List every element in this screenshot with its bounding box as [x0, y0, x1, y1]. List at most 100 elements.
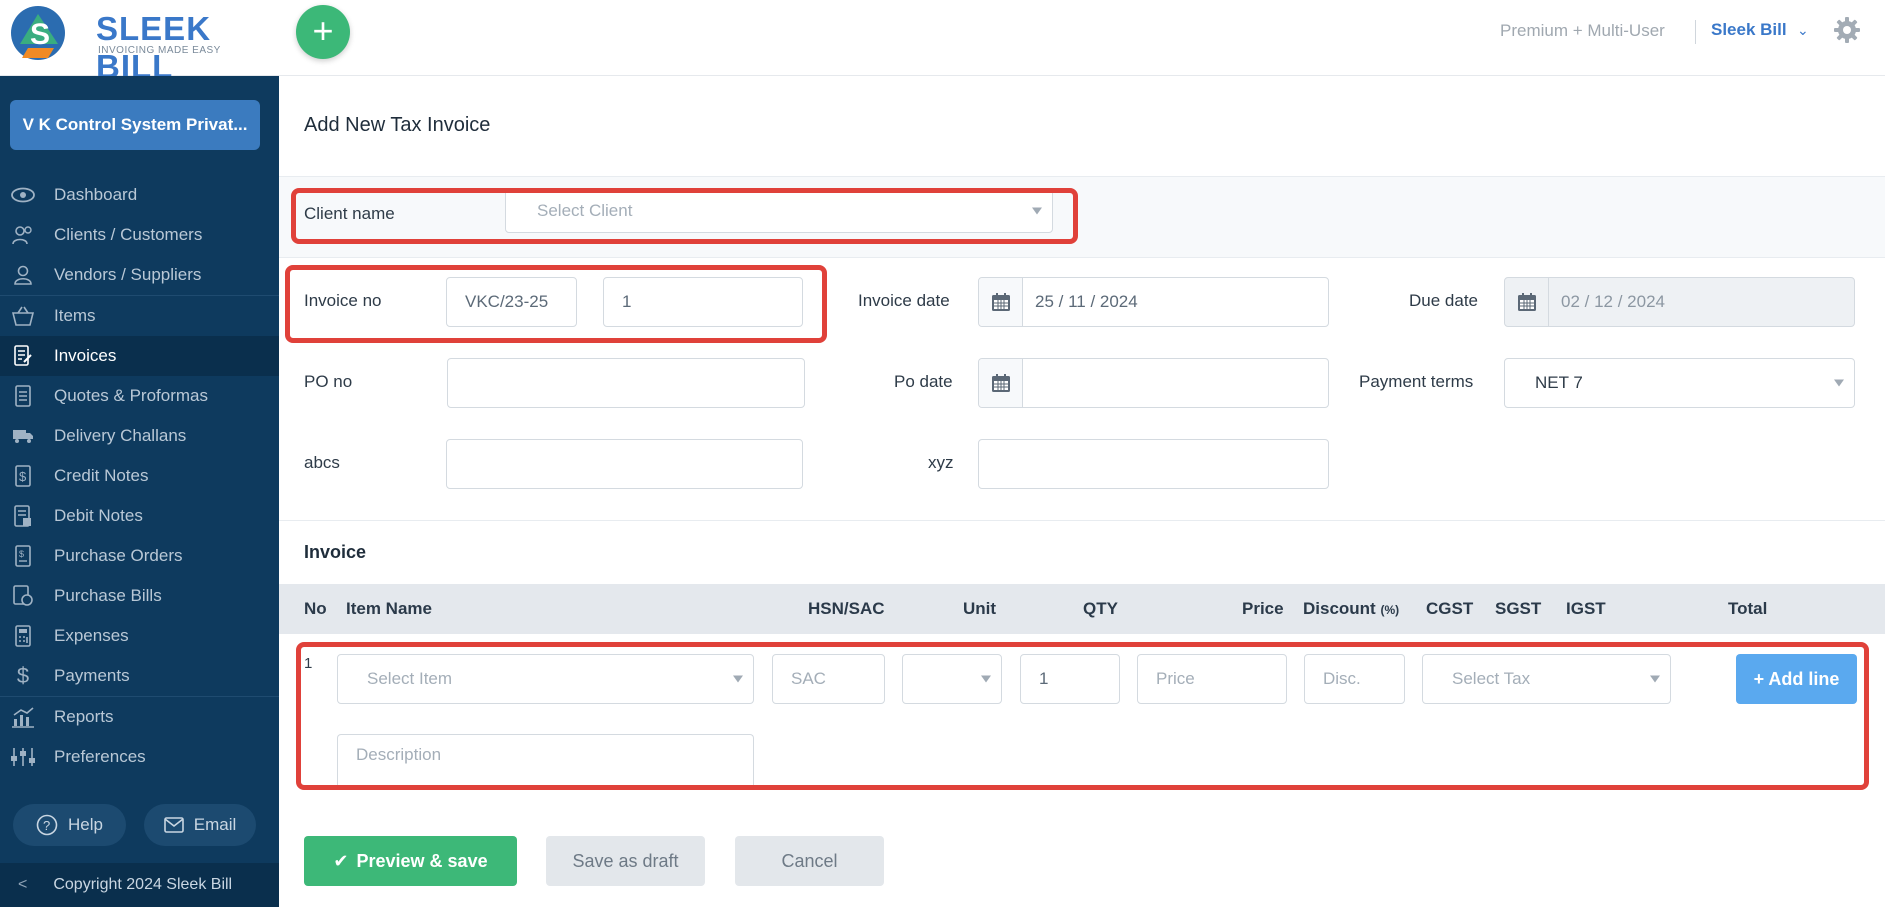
- invoice-number-value: 1: [622, 292, 632, 311]
- sidebar-item-quotes[interactable]: Quotes & Proformas: [0, 376, 279, 416]
- chevron-down-icon[interactable]: ⌄: [1797, 22, 1809, 39]
- unit-select[interactable]: [902, 654, 1002, 704]
- email-label: Email: [193, 815, 237, 834]
- client-name-label: Client name: [304, 204, 395, 223]
- invoice-number-input[interactable]: 1: [603, 277, 803, 327]
- envelope-icon: [163, 817, 184, 833]
- sidebar-item-purchase-orders[interactable]: $ Purchase Orders: [0, 536, 279, 576]
- due-date-value: 02 / 12 / 2024: [1561, 292, 1665, 311]
- calendar-icon[interactable]: [979, 278, 1023, 326]
- sidebar-item-label: Expenses: [54, 626, 129, 645]
- logo-mark-icon: S: [11, 6, 65, 60]
- sidebar-item-label: Dashboard: [54, 185, 138, 204]
- preview-save-button[interactable]: ✔ Preview & save: [304, 836, 517, 886]
- col-total: Total: [1728, 599, 1768, 618]
- po-date-input[interactable]: [978, 358, 1329, 408]
- calendar-icon[interactable]: [979, 359, 1023, 407]
- page-title: Add New Tax Invoice: [304, 114, 491, 136]
- description-input[interactable]: Description: [337, 734, 754, 786]
- dropdown-caret-icon: [981, 675, 991, 683]
- preview-save-label: Preview & save: [356, 850, 488, 871]
- sidebar-item-clients[interactable]: Clients / Customers: [0, 215, 279, 255]
- qty-input[interactable]: 1: [1020, 654, 1120, 704]
- collapse-sidebar-icon[interactable]: <: [18, 876, 27, 894]
- question-icon: ?: [36, 814, 58, 836]
- po-no-input[interactable]: [447, 358, 805, 408]
- invoice-date-input[interactable]: 25 / 11 / 2024: [978, 277, 1329, 327]
- sidebar-nav: Dashboard Clients / Customers Vendors / …: [0, 175, 279, 777]
- sidebar-item-vendors[interactable]: Vendors / Suppliers: [0, 255, 279, 295]
- check-icon: ✔: [333, 850, 349, 871]
- calculator-icon: [10, 625, 36, 647]
- sidebar-item-label: Debit Notes: [54, 506, 143, 525]
- sidebar-item-items[interactable]: Items: [0, 296, 279, 336]
- help-button[interactable]: ? Help: [13, 804, 126, 846]
- sidebar-item-delivery-challans[interactable]: Delivery Challans: [0, 416, 279, 456]
- custom-field-2-label: xyz: [928, 453, 954, 472]
- col-igst: IGST: [1566, 599, 1606, 618]
- invoice-prefix-input[interactable]: VKC/23-25: [446, 277, 577, 327]
- sidebar-item-debit-notes[interactable]: Debit Notes: [0, 496, 279, 536]
- brand-logo[interactable]: S SLEEK BILL INVOICING MADE EASY: [8, 4, 268, 85]
- dollar-icon: $: [16, 663, 30, 688]
- dropdown-caret-icon: [1834, 379, 1844, 387]
- save-draft-button[interactable]: Save as draft: [546, 836, 705, 886]
- sidebar-footer: < Copyright 2024 Sleek Bill: [0, 863, 279, 907]
- user-menu[interactable]: Sleek Bill: [1711, 20, 1787, 40]
- discount-input[interactable]: Disc.: [1304, 654, 1405, 704]
- price-input[interactable]: Price: [1137, 654, 1287, 704]
- payment-terms-value: NET 7: [1535, 373, 1583, 392]
- debit-note-icon: [10, 505, 36, 527]
- company-switcher-button[interactable]: V K Control System Privat...: [10, 100, 260, 150]
- header-divider: [1695, 20, 1696, 44]
- sidebar-item-expenses[interactable]: Expenses: [0, 616, 279, 656]
- col-price: Price: [1242, 599, 1284, 618]
- calendar-icon[interactable]: [1505, 278, 1549, 326]
- hsn-placeholder: SAC: [791, 669, 826, 688]
- svg-text:?: ?: [43, 818, 50, 833]
- col-discount-unit: (%): [1380, 603, 1400, 617]
- sidebar-item-credit-notes[interactable]: $ Credit Notes: [0, 456, 279, 496]
- sliders-icon: [10, 746, 36, 768]
- add-line-button[interactable]: + Add line: [1736, 654, 1857, 704]
- custom-field-1-label: abcs: [304, 453, 340, 472]
- col-qty: QTY: [1083, 599, 1118, 618]
- vendor-icon: [10, 264, 36, 286]
- po-no-label: PO no: [304, 372, 353, 391]
- sidebar-item-label: Preferences: [54, 747, 146, 766]
- sidebar-item-label: Items: [54, 306, 96, 325]
- sidebar-item-label: Quotes & Proformas: [54, 386, 209, 405]
- users-icon: [10, 224, 36, 246]
- invoice-icon: [10, 345, 36, 367]
- credit-note-icon: $: [10, 465, 36, 487]
- sidebar-item-dashboard[interactable]: Dashboard: [0, 175, 279, 215]
- payment-terms-select[interactable]: NET 7: [1504, 358, 1855, 408]
- gear-icon[interactable]: [1833, 16, 1861, 44]
- hsn-input[interactable]: SAC: [772, 654, 885, 704]
- quick-add-button[interactable]: +: [296, 5, 350, 59]
- item-select[interactable]: Select Item: [337, 654, 754, 704]
- email-button[interactable]: Email: [144, 804, 256, 846]
- client-select[interactable]: Select Client: [505, 189, 1053, 233]
- due-date-input[interactable]: 02 / 12 / 2024: [1504, 277, 1855, 327]
- custom-field-2-input[interactable]: [978, 439, 1329, 489]
- invoice-no-label: Invoice no: [304, 291, 382, 310]
- sidebar-item-label: Reports: [54, 707, 114, 726]
- discount-placeholder: Disc.: [1323, 669, 1361, 688]
- svg-text:$: $: [19, 549, 24, 559]
- sidebar-item-invoices[interactable]: Invoices: [0, 336, 279, 376]
- po-date-label: Po date: [894, 372, 953, 391]
- truck-icon: [10, 425, 36, 447]
- sidebar-item-purchase-bills[interactable]: Purchase Bills: [0, 576, 279, 616]
- sidebar-item-payments[interactable]: $ Payments: [0, 656, 279, 696]
- copyright-text: Copyright 2024 Sleek Bill: [53, 876, 233, 893]
- cancel-button[interactable]: Cancel: [735, 836, 884, 886]
- dropdown-caret-icon: [733, 675, 743, 683]
- sidebar-item-label: Credit Notes: [54, 466, 149, 485]
- tax-select[interactable]: Select Tax: [1422, 654, 1671, 704]
- col-sgst: SGST: [1495, 599, 1542, 618]
- custom-field-1-input[interactable]: [446, 439, 803, 489]
- sidebar-item-reports[interactable]: Reports: [0, 697, 279, 737]
- sidebar-item-preferences[interactable]: Preferences: [0, 737, 279, 777]
- sidebar-item-label: Purchase Orders: [54, 546, 183, 565]
